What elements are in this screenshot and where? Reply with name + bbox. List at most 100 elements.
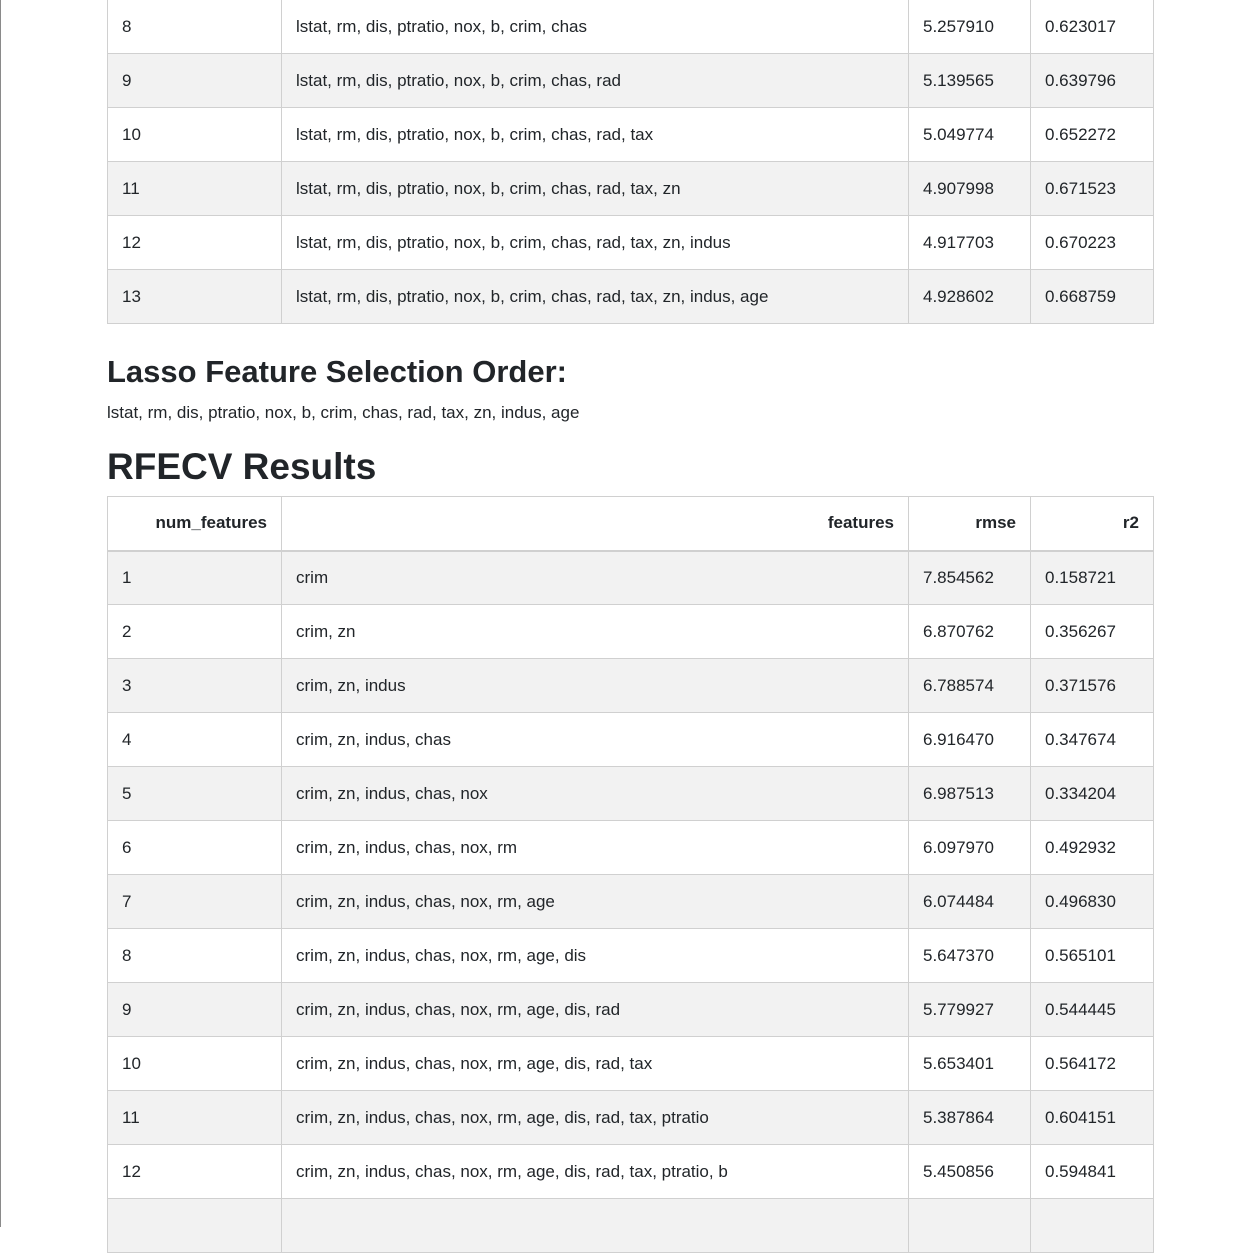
features-cell: crim, zn, indus, chas [281,712,909,767]
rmse-cell: 6.870762 [908,604,1031,659]
num-features-cell: 4 [107,712,282,767]
rmse-cell: 7.854562 [908,550,1031,605]
r2-cell: 0.671523 [1030,161,1154,216]
r2-cell: 0.594841 [1030,1144,1154,1199]
num-features-cell: 13 [107,269,282,324]
num-features-cell: 6 [107,820,282,875]
table-row: 5 crim, zn, indus, chas, nox 6.987513 0.334… [107,766,1154,821]
r2-cell: 0.604151 [1030,1090,1154,1145]
rmse-cell: 5.387864 [908,1090,1031,1145]
table-row: 8 crim, zn, indus, chas, nox, rm, age, di… [107,928,1154,983]
rmse-cell: 4.907998 [908,161,1031,216]
rmse-cell: 5.257910 [908,0,1031,54]
r2-cell: 0.496830 [1030,874,1154,929]
table-row: 7 crim, zn, indus, chas, nox, rm, age 6.07… [107,874,1154,929]
table-row [107,1198,1154,1253]
r2-cell: 0.623017 [1030,0,1154,54]
rmse-cell [908,1198,1031,1253]
rmse-cell: 5.139565 [908,53,1031,108]
features-cell: lstat, rm, dis, ptratio, nox, b, crim, c… [281,107,909,162]
rmse-cell: 6.987513 [908,766,1031,821]
num-features-cell [107,1198,282,1253]
table-row: 6 crim, zn, indus, chas, nox, rm 6.097970 0… [107,820,1154,875]
features-cell: crim [281,550,909,605]
top-results-table-body: 8 lstat, rm, dis, ptratio, nox, b, crim, … [107,0,1154,324]
table-row: 4 crim, zn, indus, chas 6.916470 0.347674 [107,712,1154,767]
rmse-cell: 6.097970 [908,820,1031,875]
features-cell: crim, zn, indus, chas, nox, rm, age, dis… [281,1036,909,1091]
r2-cell: 0.158721 [1030,550,1154,605]
table-row: 8 lstat, rm, dis, ptratio, nox, b, crim, … [107,0,1154,54]
column-header-features: features [281,496,909,552]
features-cell: crim, zn, indus, chas, nox, rm [281,820,909,875]
num-features-cell: 11 [107,161,282,216]
column-header-r2: r2 [1030,496,1154,552]
table-row: 10 lstat, rm, dis, ptratio, nox, b, crim,… [107,107,1154,162]
r2-cell: 0.652272 [1030,107,1154,162]
features-cell: crim, zn, indus [281,658,909,713]
features-cell: lstat, rm, dis, ptratio, nox, b, crim, c… [281,0,909,54]
rmse-cell: 6.074484 [908,874,1031,929]
rmse-cell: 4.928602 [908,269,1031,324]
rmse-cell: 4.917703 [908,215,1031,270]
rmse-cell: 5.653401 [908,1036,1031,1091]
num-features-cell: 3 [107,658,282,713]
table-row: 11 crim, zn, indus, chas, nox, rm, age, d… [107,1090,1154,1145]
features-cell: crim, zn, indus, chas, nox [281,766,909,821]
features-cell: crim, zn, indus, chas, nox, rm, age, dis… [281,1144,909,1199]
rmse-cell: 6.916470 [908,712,1031,767]
table-row: 10 crim, zn, indus, chas, nox, rm, age, d… [107,1036,1154,1091]
num-features-cell: 2 [107,604,282,659]
num-features-cell: 12 [107,215,282,270]
r2-cell: 0.492932 [1030,820,1154,875]
rmse-cell: 5.450856 [908,1144,1031,1199]
table-row: 9 crim, zn, indus, chas, nox, rm, age, di… [107,982,1154,1037]
features-cell: lstat, rm, dis, ptratio, nox, b, crim, c… [281,161,909,216]
r2-cell: 0.371576 [1030,658,1154,713]
num-features-cell: 8 [107,0,282,54]
num-features-cell: 12 [107,1144,282,1199]
rfecv-results-table-body: 1 crim 7.854562 0.158721 2 crim, zn 6.870762 0.… [107,550,1154,1253]
features-cell: crim, zn, indus, chas, nox, rm, age [281,874,909,929]
features-cell [281,1198,909,1253]
num-features-cell: 1 [107,550,282,605]
r2-cell: 0.356267 [1030,604,1154,659]
features-cell: crim, zn [281,604,909,659]
r2-cell: 0.670223 [1030,215,1154,270]
r2-cell: 0.347674 [1030,712,1154,767]
r2-cell: 0.565101 [1030,928,1154,983]
rfecv-heading: RFECV Results [107,446,377,487]
num-features-cell: 8 [107,928,282,983]
table-row: 1 crim 7.854562 0.158721 [107,550,1154,605]
column-header-rmse: rmse [908,496,1031,552]
features-cell: lstat, rm, dis, ptratio, nox, b, crim, c… [281,215,909,270]
rmse-cell: 5.049774 [908,107,1031,162]
table-row: 3 crim, zn, indus 6.788574 0.371576 [107,658,1154,713]
rmse-cell: 6.788574 [908,658,1031,713]
r2-cell [1030,1198,1154,1253]
rfecv-results-table: num_features features rmse r2 1 crim 7.854… [107,496,1154,1253]
table-row: 12 lstat, rm, dis, ptratio, nox, b, crim,… [107,215,1154,270]
rmse-cell: 5.647370 [908,928,1031,983]
num-features-cell: 7 [107,874,282,929]
num-features-cell: 10 [107,1036,282,1091]
lasso-feature-order: lstat, rm, dis, ptratio, nox, b, crim, c… [107,403,580,422]
table-row: 2 crim, zn 6.870762 0.356267 [107,604,1154,659]
r2-cell: 0.668759 [1030,269,1154,324]
rfecv-header-row: num_features features rmse r2 [107,496,1154,552]
table-row: 9 lstat, rm, dis, ptratio, nox, b, crim, … [107,53,1154,108]
num-features-cell: 5 [107,766,282,821]
r2-cell: 0.334204 [1030,766,1154,821]
r2-cell: 0.544445 [1030,982,1154,1037]
table-row: 12 crim, zn, indus, chas, nox, rm, age, d… [107,1144,1154,1199]
num-features-cell: 11 [107,1090,282,1145]
features-cell: crim, zn, indus, chas, nox, rm, age, dis… [281,1090,909,1145]
rmse-cell: 5.779927 [908,982,1031,1037]
r2-cell: 0.639796 [1030,53,1154,108]
features-cell: lstat, rm, dis, ptratio, nox, b, crim, c… [281,269,909,324]
lasso-heading: Lasso Feature Selection Order: [107,354,567,389]
r2-cell: 0.564172 [1030,1036,1154,1091]
top-results-table: 8 lstat, rm, dis, ptratio, nox, b, crim, … [107,0,1154,324]
num-features-cell: 9 [107,53,282,108]
features-cell: lstat, rm, dis, ptratio, nox, b, crim, c… [281,53,909,108]
